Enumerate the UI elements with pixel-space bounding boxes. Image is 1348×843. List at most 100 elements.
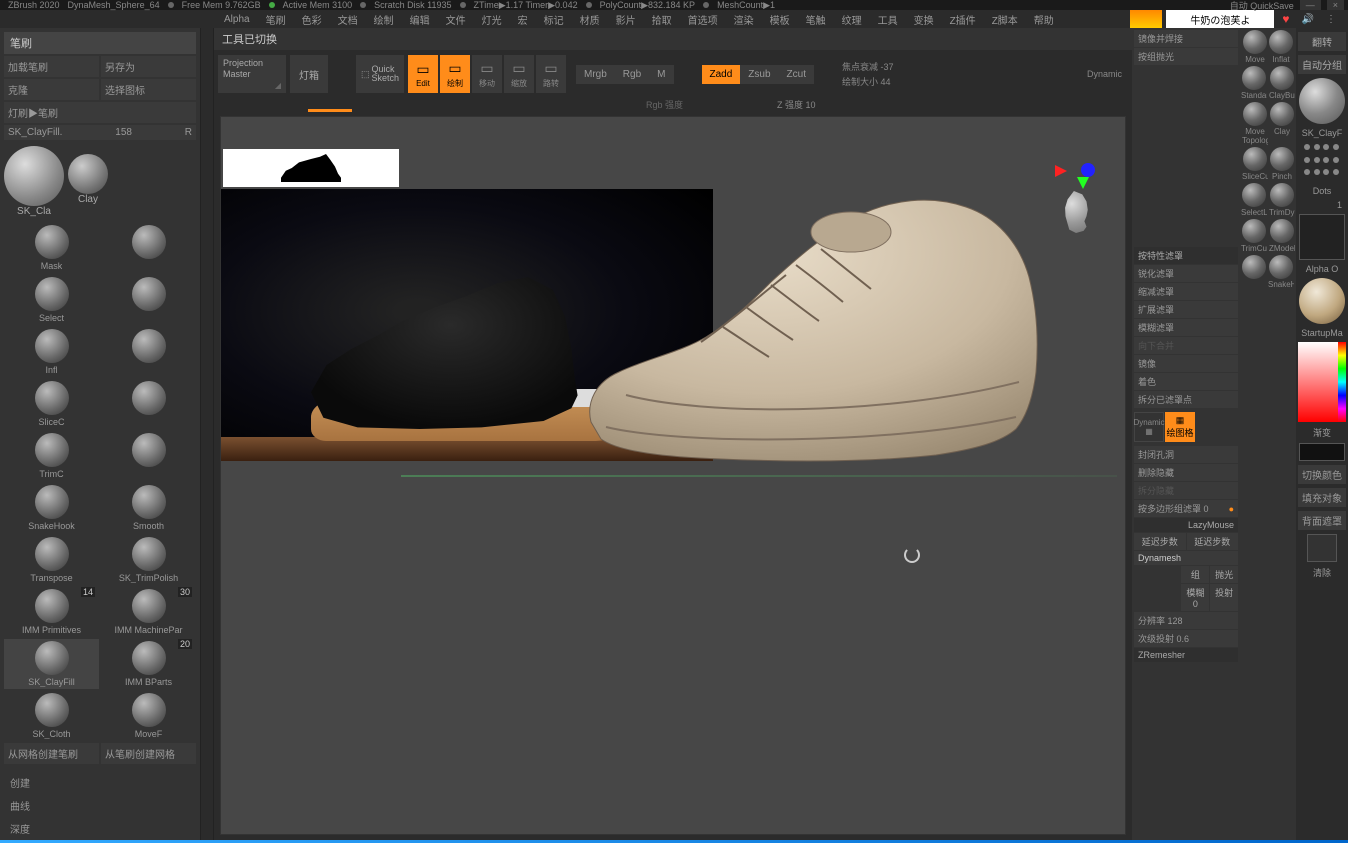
quick-brush[interactable]: Standard [1241,66,1267,100]
brush-current[interactable]: SK_ClayFill.158R [4,125,196,140]
more-icon[interactable]: ⋮ [1322,12,1340,27]
menu-item[interactable]: 渲染 [730,10,758,29]
axis-gizmo[interactable] [1055,151,1095,191]
menu-item[interactable]: 标记 [540,10,568,29]
lightbox-button[interactable]: 灯箱 [290,55,328,93]
brush-item[interactable] [101,275,196,325]
mode-绘制-button[interactable]: ▭绘制 [440,55,470,93]
alpha-slot[interactable] [1299,214,1345,260]
quick-brush[interactable]: Move [1243,30,1267,64]
brush-item[interactable]: SnakeHook [4,483,99,533]
mode-edit-button[interactable]: ▭Edit [408,55,438,93]
active-brush-preview[interactable] [1299,78,1345,124]
brush-item[interactable]: IMM Primitives14 [4,587,99,637]
brush-item[interactable]: TrimC [4,431,99,481]
brush-path[interactable]: 灯刷▶笔刷 [4,102,196,123]
viewport[interactable] [220,116,1126,835]
brush-item[interactable]: IMM BParts20 [101,639,196,689]
brush-item[interactable] [101,431,196,481]
brush-item[interactable]: SK_ClayFill [4,639,99,689]
menu-item[interactable]: 灯光 [478,10,506,29]
quick-brush[interactable]: SelectLa [1241,183,1267,217]
curve-section[interactable]: 曲线 [4,795,196,816]
from-mesh-button[interactable]: 从网格创建笔刷 [4,743,99,764]
m-button[interactable]: M [649,65,673,84]
zcut-button[interactable]: Zcut [779,65,814,84]
sound-icon[interactable]: 🔊 [1298,12,1318,27]
resolution-slider[interactable]: 分辨率 128 [1134,612,1238,629]
color-picker[interactable] [1298,342,1346,422]
menu-item[interactable]: 编辑 [406,10,434,29]
divider[interactable] [200,28,214,843]
brush-item[interactable]: SK_TrimPolish [101,535,196,585]
menu-item[interactable]: 宏 [514,10,532,29]
menu-item[interactable]: 笔触 [802,10,830,29]
menu-item[interactable]: 色彩 [298,10,326,29]
texture-slot[interactable] [1307,534,1337,562]
lazymouse-header[interactable]: LazyMouse [1134,518,1238,532]
quick-brush[interactable]: Move Topological [1242,102,1268,145]
polygroup-mask[interactable]: 按多边形组滤罩 0● [1134,500,1238,517]
menu-item[interactable]: 影片 [612,10,640,29]
brush-item[interactable] [101,379,196,429]
minimize-button[interactable]: — [1300,0,1321,10]
menu-item[interactable]: Z脚本 [988,10,1022,29]
stroke-dots-icon[interactable] [1302,142,1342,182]
subproject-slider[interactable]: 次级投射 0.6 [1134,630,1238,647]
draw-size-label[interactable]: 绘制大小 44 [842,75,894,88]
menu-item[interactable]: 材质 [576,10,604,29]
brush-item[interactable]: Transpose [4,535,99,585]
menu-item[interactable]: 拾取 [648,10,676,29]
brush-item[interactable] [101,223,196,273]
material-preview[interactable] [1299,278,1345,324]
saveas-brush-button[interactable]: 另存为 [101,56,196,77]
brush-item[interactable]: Smooth [101,483,196,533]
to-mesh-button[interactable]: 从笔刷创建网格 [101,743,196,764]
quick-brush[interactable] [1242,255,1266,289]
dynamesh-header[interactable]: Dynamesh [1134,551,1238,565]
zsub-button[interactable]: Zsub [740,65,778,84]
brush-item[interactable] [101,327,196,377]
brush-item[interactable]: SK_Cloth [4,691,99,741]
quick-brush[interactable]: TrimDynamic [1269,183,1295,217]
zadd-button[interactable]: Zadd [702,65,741,84]
quick-brush[interactable]: SnakeHook [1268,255,1294,289]
close-button[interactable]: × [1327,0,1344,10]
dynamic-toggle[interactable]: Dynamic [1087,69,1122,79]
menu-item[interactable]: 模板 [766,10,794,29]
select-icon-button[interactable]: 选择图标 [101,79,196,100]
polish-group[interactable]: 按组抛光 [1134,48,1238,65]
reference-thumbnail[interactable] [223,149,399,187]
mirror-weld[interactable]: 镜像并焊接 [1134,30,1238,47]
dynamic-compare-button[interactable]: Dynamic▦Dynamic 比对 [1134,412,1164,442]
clay-brush-icon[interactable] [68,154,108,194]
camera-head-icon[interactable] [1055,191,1097,233]
menu-item[interactable]: 纹理 [838,10,866,29]
menu-item[interactable]: Z插件 [946,10,980,29]
menu-item[interactable]: 首选项 [684,10,722,29]
create-section[interactable]: 创建 [4,772,196,793]
quick-brush[interactable]: TrimCurv [1241,219,1267,253]
menu-item[interactable]: Alpha [220,12,254,27]
depth-section[interactable]: 深度 [4,818,196,839]
menu-item[interactable]: 变换 [910,10,938,29]
current-brush-icon[interactable] [4,146,64,206]
quick-brush[interactable]: Inflat [1269,30,1293,64]
color-swatch[interactable] [1299,443,1345,461]
brush-item[interactable]: IMM MachinePar30 [101,587,196,637]
quick-brush[interactable]: Pinch [1270,147,1294,181]
brush-item[interactable]: SliceC [4,379,99,429]
zremesher-header[interactable]: ZRemesher [1134,648,1238,662]
brush-item[interactable]: MoveF [101,691,196,741]
quick-brush[interactable]: ClayBuildup [1269,66,1295,100]
menu-item[interactable]: 工具 [874,10,902,29]
mode-缩放-button[interactable]: ▭缩放 [504,55,534,93]
projection-master-button[interactable]: ProjectionMaster◢ [218,55,286,93]
reference-image[interactable] [221,189,713,461]
z-intensity-label[interactable]: Z 强度 10 [777,98,816,111]
notification[interactable]: 牛奶の泡芙よ [1166,10,1274,29]
mode-路转-button[interactable]: ▭路转 [536,55,566,93]
rgb-intensity-label[interactable]: Rgb 强度 [646,98,683,111]
draw-grid-button[interactable]: ▦绘图格 [1165,412,1195,442]
load-brush-button[interactable]: 加载笔刷 [4,56,99,77]
